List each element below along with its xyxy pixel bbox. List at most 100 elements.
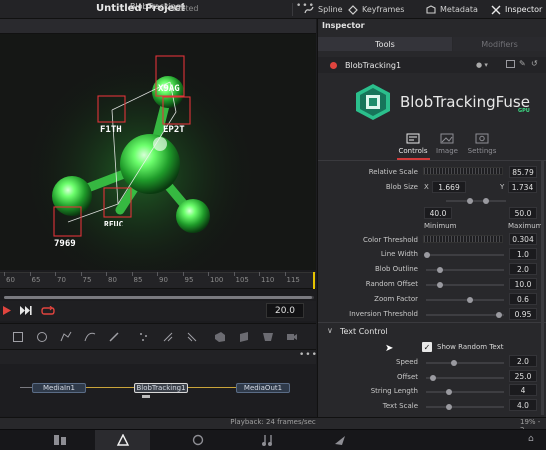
inspector-title: Inspector — [322, 21, 365, 30]
speed-knob[interactable] — [451, 360, 457, 366]
string-length-slider[interactable] — [426, 391, 504, 393]
line-width-knob[interactable] — [424, 252, 430, 258]
blob-outline-knob[interactable] — [437, 267, 443, 273]
skip-end-button[interactable] — [19, 304, 33, 317]
random-offset-field[interactable]: 10.0 — [509, 278, 537, 290]
playhead[interactable] — [313, 272, 315, 289]
param-label: Inversion Threshold — [349, 310, 418, 318]
pin-icon[interactable]: ✎ — [519, 59, 526, 68]
text-scale-knob[interactable] — [446, 404, 452, 410]
particle-render-icon[interactable] — [184, 329, 200, 345]
color-page-icon — [192, 434, 203, 446]
inversion-threshold-field[interactable]: 0.95 — [509, 308, 537, 320]
offset-slider[interactable] — [426, 377, 504, 379]
particle-icon[interactable] — [136, 329, 152, 345]
relative-scale-field[interactable]: 85.79 — [509, 166, 537, 178]
fairlight-page-tab[interactable] — [240, 430, 295, 450]
zoom-factor-slider[interactable] — [426, 299, 504, 301]
rectangle-mask-icon[interactable] — [10, 329, 26, 345]
ruler-tick-label: 80 — [108, 276, 117, 284]
param-label: Offset — [396, 373, 418, 381]
viewer-canvas[interactable]: X9AG F1TH EP2T 7969 RFUC — [0, 34, 316, 270]
versions-icon[interactable] — [506, 60, 515, 68]
paint-icon[interactable] — [106, 329, 122, 345]
color-threshold-slider[interactable] — [423, 235, 503, 243]
range-knob-min[interactable] — [467, 198, 473, 204]
node-editor-menu-button[interactable]: ••• — [299, 350, 318, 360]
speed-field[interactable]: 2.0 — [509, 355, 537, 367]
text-control-header[interactable]: Text Control — [340, 327, 388, 336]
inversion-threshold-knob[interactable] — [496, 312, 502, 318]
particle-emitter-icon[interactable] — [160, 329, 176, 345]
molecule-render — [0, 34, 316, 270]
keyframes-button[interactable]: Keyframes — [348, 2, 404, 17]
divider — [318, 322, 546, 323]
ellipse-mask-icon[interactable] — [34, 329, 50, 345]
camera3d-icon[interactable] — [284, 329, 300, 345]
range-knob-max[interactable] — [483, 198, 489, 204]
show-random-text-checkbox[interactable]: ✓ — [422, 342, 432, 352]
node-thumbnail-toggle[interactable] — [142, 395, 150, 398]
text3d-icon[interactable] — [236, 329, 252, 345]
metadata-button[interactable]: Metadata — [426, 2, 478, 17]
tab-image[interactable]: Image — [427, 133, 467, 155]
ruler-tick — [182, 272, 184, 276]
bspline-mask-icon[interactable] — [82, 329, 98, 345]
node-options-icon[interactable]: ● ▾ — [476, 61, 488, 69]
offset-knob[interactable] — [430, 375, 436, 381]
range-min-field[interactable]: 40.0 — [424, 207, 452, 219]
line-width-slider[interactable] — [426, 254, 504, 256]
merge3d-icon[interactable] — [260, 329, 276, 345]
range-max-field[interactable]: 50.0 — [509, 207, 537, 219]
offset-field[interactable]: 25.0 — [509, 370, 537, 382]
y-label: Y — [500, 183, 505, 191]
relative-scale-slider[interactable] — [423, 167, 503, 175]
metadata-icon — [426, 4, 436, 15]
param-label: Blob Size — [385, 183, 418, 191]
range-track[interactable] — [446, 200, 506, 202]
tab-settings[interactable]: Settings — [462, 133, 502, 155]
blob-size-x-field[interactable]: 1.669 — [432, 181, 466, 193]
ruler-tick-label: 95 — [184, 276, 194, 284]
blob-label: X9AG — [158, 84, 180, 94]
string-length-field[interactable]: 4 — [509, 384, 537, 396]
settings-icon — [475, 133, 489, 144]
inversion-threshold-slider[interactable] — [426, 314, 504, 316]
speed-slider[interactable] — [426, 362, 504, 364]
node-blobtracking[interactable]: BlobTracking1 — [134, 383, 188, 393]
blob-label: 7969 — [54, 239, 76, 249]
text-scale-slider[interactable] — [426, 406, 504, 408]
tab-settings-label: Settings — [467, 147, 497, 155]
inspector-button[interactable]: Inspector — [491, 2, 542, 17]
ruler-tick — [131, 272, 133, 276]
tab-tools[interactable]: Tools — [318, 37, 452, 51]
color-threshold-field[interactable]: 0.304 — [509, 233, 537, 245]
color-page-tab[interactable] — [170, 430, 225, 450]
reset-icon[interactable]: ↺ — [531, 59, 538, 68]
viewer-menu-button[interactable]: ••• — [296, 1, 315, 11]
loop-button[interactable] — [40, 304, 56, 317]
line-width-field[interactable]: 1.0 — [509, 248, 537, 260]
fusion-page-tab[interactable] — [95, 430, 150, 450]
string-length-knob[interactable] — [446, 389, 452, 395]
tab-modifiers[interactable]: Modifiers — [453, 37, 546, 51]
inspector-scrollbar[interactable] — [541, 160, 544, 415]
node-mediain[interactable]: MediaIn1 — [32, 383, 86, 393]
random-offset-knob[interactable] — [437, 282, 443, 288]
current-frame-field[interactable]: 20.0 — [266, 303, 304, 318]
media-page-tab[interactable] — [32, 430, 87, 450]
play-button[interactable] — [2, 304, 12, 317]
polygon-mask-icon[interactable] — [58, 329, 74, 345]
text-scale-field[interactable]: 4.0 — [509, 399, 537, 411]
zoom-factor-knob[interactable] — [467, 297, 473, 303]
blob-size-y-field[interactable]: 1.734 — [508, 181, 537, 193]
node-color-dot[interactable] — [330, 62, 337, 69]
blob-outline-field[interactable]: 2.0 — [509, 263, 537, 275]
home-icon[interactable]: ⌂ — [528, 434, 534, 444]
param-label: Random Offset — [365, 280, 418, 288]
chevron-down-icon[interactable]: ∨ — [327, 326, 333, 335]
shape3d-icon[interactable] — [212, 329, 228, 345]
deliver-page-tab[interactable] — [312, 430, 367, 450]
zoom-factor-field[interactable]: 0.6 — [509, 293, 537, 305]
node-mediaout[interactable]: MediaOut1 — [236, 383, 290, 393]
